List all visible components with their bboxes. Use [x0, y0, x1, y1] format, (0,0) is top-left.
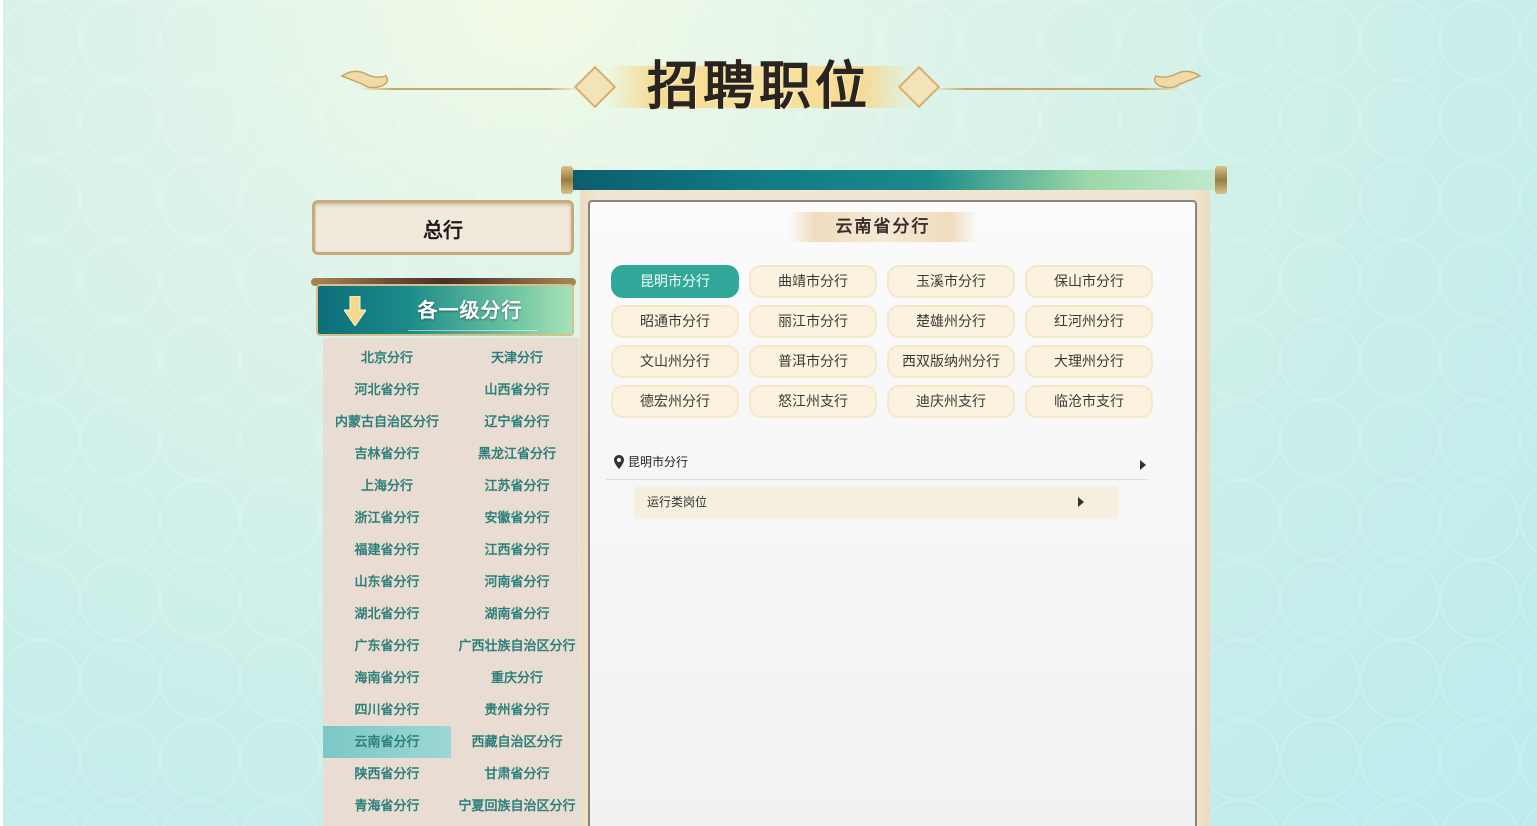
page-title: 招聘职位	[646, 56, 871, 117]
branch-item[interactable]: 四川省分行	[323, 694, 451, 726]
city-branch-button[interactable]: 文山州分行	[611, 345, 739, 378]
city-branch-button[interactable]: 玉溪市分行	[887, 265, 1015, 298]
branches-header[interactable]: 各一级分行	[316, 284, 574, 336]
branch-item[interactable]: 青海省分行	[323, 790, 451, 822]
branch-item[interactable]: 重庆分行	[453, 662, 581, 694]
branch-item[interactable]: 宁夏回族自治区分行	[453, 790, 581, 822]
city-branch-button[interactable]: 昭通市分行	[611, 305, 739, 338]
branch-item[interactable]: 湖南省分行	[453, 598, 581, 630]
branch-item[interactable]: 山西省分行	[453, 374, 581, 406]
job-category-label: 运行类岗位	[647, 495, 708, 509]
branch-item[interactable]: 甘肃省分行	[453, 758, 581, 790]
city-branch-button[interactable]: 西双版纳州分行	[887, 345, 1015, 378]
city-branch-button[interactable]: 迪庆州支行	[887, 385, 1015, 418]
page-edge	[0, 0, 3, 826]
scroll-rod	[567, 170, 1221, 190]
map-pin-icon	[614, 455, 624, 469]
branch-item[interactable]: 海南省分行	[323, 662, 451, 694]
city-branch-button[interactable]: 楚雄州分行	[887, 305, 1015, 338]
branch-item[interactable]: 湖北省分行	[323, 598, 451, 630]
branch-item[interactable]: 河南省分行	[453, 566, 581, 598]
divider	[408, 330, 538, 331]
branch-item[interactable]: 河北省分行	[323, 374, 451, 406]
branch-item[interactable]: 山东省分行	[323, 566, 451, 598]
city-branch-button[interactable]: 丽江市分行	[749, 305, 877, 338]
city-branch-button[interactable]: 曲靖市分行	[749, 265, 877, 298]
city-branch-button[interactable]: 大理州分行	[1025, 345, 1153, 378]
city-branch-button[interactable]: 红河州分行	[1025, 305, 1153, 338]
branch-item[interactable]: 浙江省分行	[323, 502, 451, 534]
scroll-cap	[1215, 166, 1227, 194]
caret-right-icon	[1140, 460, 1146, 470]
positions-panel: 云南省分行 昆明市分行 曲靖市分行 玉溪市分行 保山市分行 昭通市分行 丽江市分行 楚雄州分…	[588, 200, 1197, 826]
branch-item[interactable]: 辽宁省分行	[453, 406, 581, 438]
caret-right-icon	[1078, 497, 1084, 507]
city-branch-button[interactable]: 昆明市分行	[611, 265, 739, 298]
branch-item[interactable]: 贵州省分行	[453, 694, 581, 726]
scroll-cap	[561, 166, 573, 194]
city-branch-button[interactable]: 临沧市支行	[1025, 385, 1153, 418]
arrow-down-icon	[344, 296, 366, 326]
city-branch-button[interactable]: 德宏州分行	[611, 385, 739, 418]
job-category-row[interactable]: 运行类岗位	[634, 486, 1119, 518]
city-branch-button[interactable]: 怒江州支行	[749, 385, 877, 418]
branch-item[interactable]: 吉林省分行	[323, 438, 451, 470]
branch-item[interactable]: 北京分行	[323, 342, 451, 374]
branch-item[interactable]: 江苏省分行	[453, 470, 581, 502]
title-divider-left	[360, 88, 580, 90]
headquarters-button[interactable]: 总行	[312, 200, 574, 255]
branch-item[interactable]: 安徽省分行	[453, 502, 581, 534]
branches-header-label: 各一级分行	[417, 298, 523, 322]
branch-item[interactable]: 内蒙古自治区分行	[323, 406, 451, 438]
branch-item[interactable]: 天津分行	[453, 342, 581, 374]
branch-item[interactable]: 黑龙江省分行	[453, 438, 581, 470]
cloud-ornament-icon	[1153, 70, 1202, 89]
title-divider-right	[930, 88, 1180, 90]
cloud-ornament-icon	[340, 70, 389, 89]
location-row[interactable]: 昆明市分行	[606, 452, 1148, 480]
branch-item[interactable]: 西藏自治区分行	[453, 726, 581, 758]
province-title: 云南省分行	[835, 217, 931, 237]
branch-item[interactable]: 陕西省分行	[323, 758, 451, 790]
branch-item[interactable]: 上海分行	[323, 470, 451, 502]
branch-item[interactable]: 福建省分行	[323, 534, 451, 566]
city-branch-button[interactable]: 保山市分行	[1025, 265, 1153, 298]
branch-item[interactable]: 广东省分行	[323, 630, 451, 662]
city-branch-button[interactable]: 普洱市分行	[749, 345, 877, 378]
branch-list: 北京分行 天津分行 河北省分行 山西省分行 内蒙古自治区分行 辽宁省分行 吉林省分行 黑龙江省…	[323, 338, 579, 826]
branch-item[interactable]: 江西省分行	[453, 534, 581, 566]
branch-item[interactable]: 广西壮族自治区分行	[453, 630, 581, 662]
branch-item[interactable]: 云南省分行	[323, 726, 451, 758]
location-label: 昆明市分行	[628, 455, 689, 469]
